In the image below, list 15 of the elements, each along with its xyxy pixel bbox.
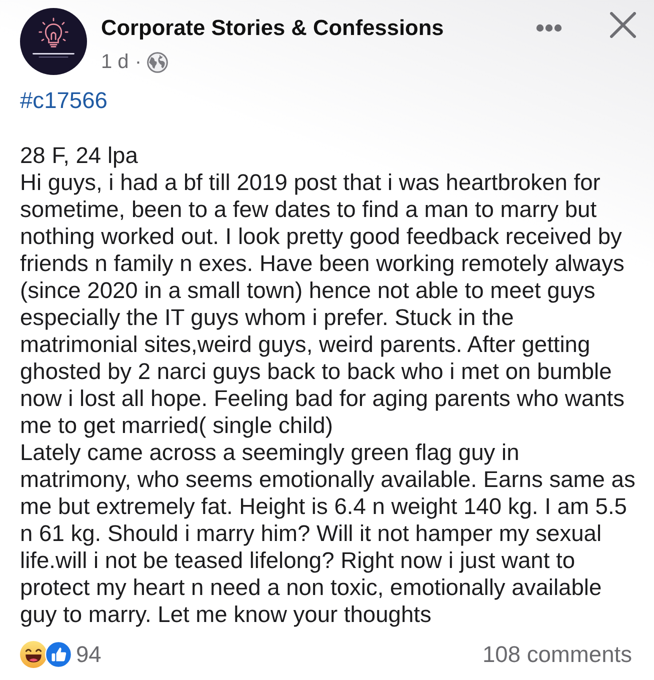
- page-name-link[interactable]: Corporate Stories & Confessions: [101, 15, 444, 41]
- hashtag-link[interactable]: #c17566: [20, 87, 108, 114]
- comments-link[interactable]: 108 comments: [482, 637, 632, 672]
- separator-dot: ·: [134, 50, 142, 74]
- more-options-icon[interactable]: [536, 24, 562, 32]
- reaction-count[interactable]: 94: [76, 637, 102, 672]
- laughing-emoji-icon: [20, 640, 47, 668]
- post-paragraph: Hi guys, i had a bf till 2019 post that i was heartbroken for sometime, been to a few dates to find a man to marry but nothing worked out. I look pretty good feedback received by friends n family n exes. Have been working remotely always (since 2020 in a small town) hence not able to meet guys especially the IT guys whom i prefer. Stuck in the matrimonial sites,weird guys, weird parents. After getting ghosted by 2 narci guys back to back who i met on bumble now i lost all hope. Feeling bad for aging parents who wants me to get married( single child): [20, 169, 626, 439]
- globe-icon: [147, 52, 168, 72]
- post-paragraph: Lately came across a seemingly green flag guy in matrimony, who seems emotionally available. Earns same as me but extremely fat. Height is 6.4 n weight 140 kg. I am 5.5 n 61 kg. Should i marry him? Will it not hamper my sexual life.will i not be teased lifelong? Right now i just want to protect my heart n need a non toxic, emotionally available guy to marry. Let me know your thoughts: [20, 439, 636, 628]
- lightbulb-logo-icon[interactable]: [20, 8, 87, 75]
- post-time: 1 d: [101, 50, 129, 74]
- close-icon[interactable]: [610, 12, 636, 38]
- post-paragraph: 28 F, 24 lpa: [20, 142, 139, 169]
- like-thumb-icon: [45, 640, 72, 668]
